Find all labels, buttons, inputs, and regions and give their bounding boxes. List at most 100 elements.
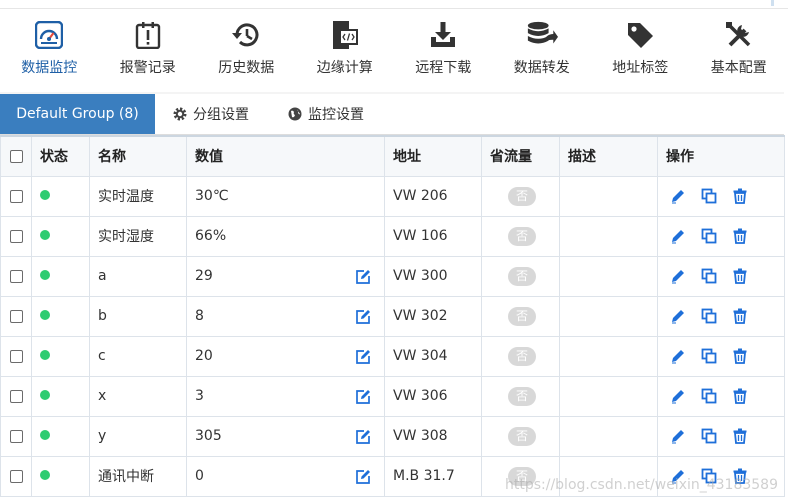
desc-cell	[559, 375, 658, 417]
row-checkbox[interactable]	[9, 269, 23, 283]
toolbar-item-alarm-records[interactable]: 报警记录	[99, 10, 198, 90]
trash-icon[interactable]	[732, 428, 748, 444]
row-checkbox[interactable]	[9, 469, 23, 483]
saving-toggle[interactable]: 否	[508, 346, 536, 366]
ops-cell	[657, 335, 785, 377]
status-cell	[31, 375, 90, 417]
copy-icon[interactable]	[701, 268, 717, 284]
name-cell: 通讯中断	[89, 455, 187, 497]
table-row: c 20 VW 304 否	[0, 335, 785, 377]
address-cell: VW 306	[384, 375, 482, 417]
toolbar-item-data-forward[interactable]: 数据转发	[493, 10, 592, 90]
copy-icon[interactable]	[701, 348, 717, 364]
pencil-icon[interactable]	[670, 188, 686, 204]
edit-value-icon[interactable]	[355, 269, 371, 285]
value-text: 66%	[195, 228, 227, 244]
status-online-dot	[40, 230, 50, 240]
status-online-dot	[40, 310, 50, 320]
row-actions	[666, 428, 776, 444]
trash-icon[interactable]	[732, 268, 748, 284]
pencil-icon[interactable]	[670, 428, 686, 444]
copy-icon[interactable]	[701, 308, 717, 324]
row-checkbox[interactable]	[9, 189, 23, 203]
address-cell: VW 300	[384, 255, 482, 297]
pencil-icon[interactable]	[670, 268, 686, 284]
saving-toggle[interactable]: 否	[508, 386, 536, 406]
status-online-dot	[40, 270, 50, 280]
trash-icon[interactable]	[732, 388, 748, 404]
toolbar-item-data-monitor[interactable]: 数据监控	[0, 10, 99, 90]
ops-cell	[657, 295, 785, 337]
main-toolbar: 数据监控 报警记录 历史数据 边缘计算 远程下载 数据转发 地址标签 基本配置	[0, 10, 788, 90]
tab-monitor-settings[interactable]: 监控设置	[270, 94, 784, 134]
toolbar-item-basic-config[interactable]: 基本配置	[690, 10, 788, 90]
top-border	[0, 0, 788, 9]
table-header-row: 状态 名称 数值 地址 省流量 描述 操作	[0, 135, 785, 177]
trash-icon[interactable]	[732, 348, 748, 364]
copy-icon[interactable]	[701, 388, 717, 404]
pencil-icon[interactable]	[670, 388, 686, 404]
pencil-icon[interactable]	[670, 228, 686, 244]
status-cell	[31, 415, 90, 457]
saving-toggle[interactable]: 否	[508, 266, 536, 286]
copy-icon[interactable]	[701, 428, 717, 444]
edit-value-icon[interactable]	[355, 429, 371, 445]
saving-cell: 否	[481, 295, 560, 337]
toolbar-item-remote-download[interactable]: 远程下载	[394, 10, 493, 90]
name-cell: y	[89, 415, 187, 457]
row-checkbox[interactable]	[9, 349, 23, 363]
value-text: 0	[195, 468, 204, 484]
trash-icon[interactable]	[732, 188, 748, 204]
gear-icon	[172, 106, 188, 122]
value-cell: 30℃	[186, 175, 385, 217]
tab-default-group[interactable]: Default Group (8)	[0, 94, 155, 134]
status-cell	[31, 215, 90, 257]
watermark-text: https://blog.csdn.net/weixin_43183589	[504, 477, 778, 493]
row-checkbox[interactable]	[9, 309, 23, 323]
header-ops: 操作	[657, 135, 785, 177]
address-cell: VW 206	[384, 175, 482, 217]
value-text: 8	[195, 308, 204, 324]
select-all-checkbox[interactable]	[9, 149, 23, 163]
table-body: 实时温度 30℃ VW 206 否实时湿度 66% VW 106 否 a 29 VW 300 否 b 8…	[0, 175, 785, 497]
toolbar-item-history-data[interactable]: 历史数据	[197, 10, 296, 90]
toolbar-item-address-tags[interactable]: 地址标签	[591, 10, 690, 90]
trash-icon[interactable]	[732, 308, 748, 324]
toolbar-label: 基本配置	[710, 60, 767, 76]
value-cell: 0	[186, 455, 385, 497]
globe-icon	[287, 106, 303, 122]
toolbar-item-edge-computing[interactable]: 边缘计算	[296, 10, 395, 90]
value-cell: 3	[186, 375, 385, 417]
row-actions	[666, 388, 776, 404]
toolbar-label: 远程下载	[415, 60, 472, 76]
ops-cell	[657, 255, 785, 297]
pencil-icon[interactable]	[670, 348, 686, 364]
copy-icon[interactable]	[701, 188, 717, 204]
header-saving: 省流量	[481, 135, 560, 177]
pencil-icon[interactable]	[670, 308, 686, 324]
saving-toggle[interactable]: 否	[508, 226, 536, 246]
value-cell: 29	[186, 255, 385, 297]
edit-value-icon[interactable]	[355, 389, 371, 405]
table-row: x 3 VW 306 否	[0, 375, 785, 417]
row-checkbox[interactable]	[9, 389, 23, 403]
toolbar-label: 数据监控	[21, 60, 78, 76]
saving-toggle[interactable]: 否	[508, 306, 536, 326]
saving-toggle[interactable]: 否	[508, 426, 536, 446]
copy-icon[interactable]	[701, 228, 717, 244]
trash-icon[interactable]	[732, 228, 748, 244]
row-checkbox[interactable]	[9, 229, 23, 243]
saving-toggle[interactable]: 否	[508, 186, 536, 206]
row-actions	[666, 268, 776, 284]
saving-cell: 否	[481, 375, 560, 417]
tab-group-settings[interactable]: 分组设置	[155, 94, 270, 134]
edit-value-icon[interactable]	[355, 309, 371, 325]
saving-cell: 否	[481, 335, 560, 377]
edit-value-icon[interactable]	[355, 469, 371, 485]
row-actions	[666, 228, 776, 244]
name-cell: c	[89, 335, 187, 377]
row-select-cell	[0, 455, 32, 497]
edit-value-icon[interactable]	[355, 349, 371, 365]
status-online-dot	[40, 390, 50, 400]
row-checkbox[interactable]	[9, 429, 23, 443]
